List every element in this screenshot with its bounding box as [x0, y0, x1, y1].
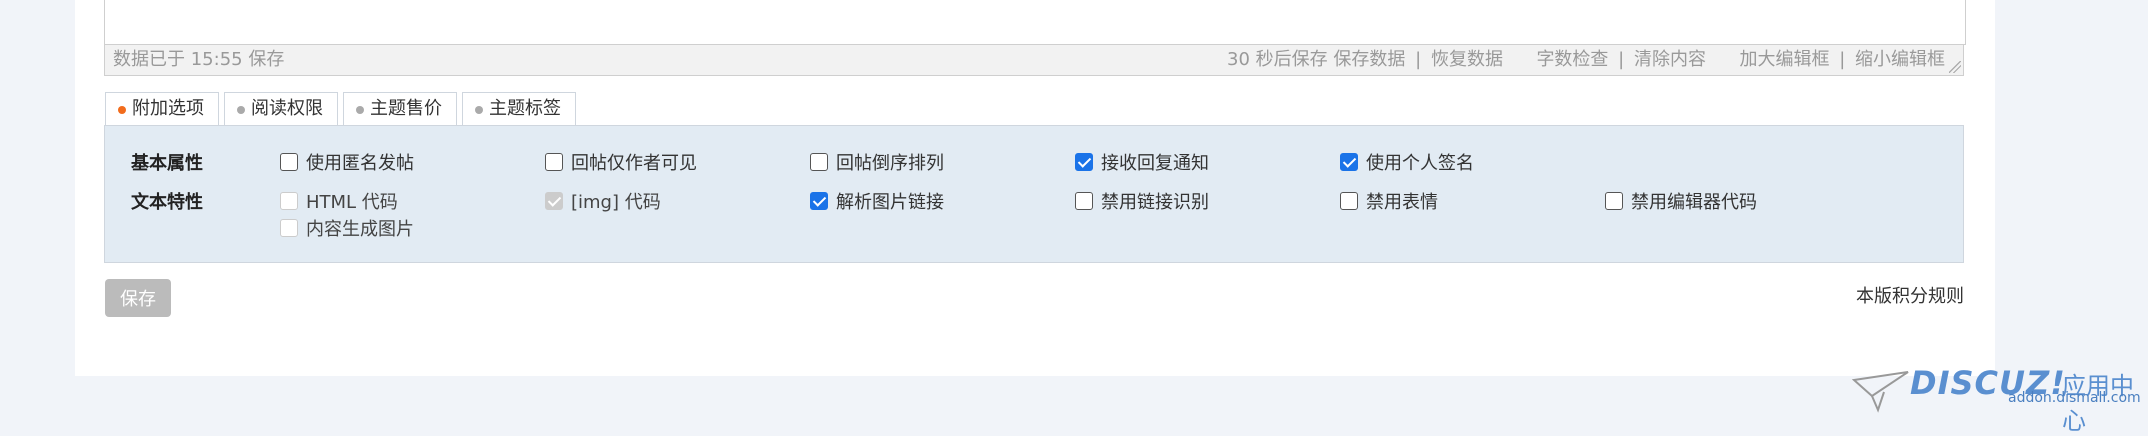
clear-content-link[interactable]: 清除内容 — [1634, 49, 1706, 70]
word-check-link[interactable]: 字数检查 — [1536, 49, 1608, 70]
option-label: 禁用链接识别 — [1101, 192, 1209, 213]
option-reverse-replies[interactable]: 回帖倒序排列 — [810, 149, 944, 175]
option-img-code: [img] 代码 — [545, 188, 661, 214]
checkbox[interactable] — [810, 153, 828, 171]
separator: | — [1415, 49, 1422, 70]
option-label: 回帖仅作者可见 — [571, 153, 697, 174]
enlarge-editor-link[interactable]: 加大编辑框 — [1739, 49, 1829, 70]
checkbox[interactable] — [280, 153, 298, 171]
checkbox-disabled-checked — [545, 192, 563, 210]
option-label: 内容生成图片 — [306, 219, 414, 240]
separator: | — [1618, 49, 1625, 70]
option-content-to-image: 内容生成图片 — [280, 215, 414, 241]
option-label: 使用个人签名 — [1366, 153, 1474, 174]
paper-plane-icon — [1852, 371, 1909, 413]
option-label: HTML 代码 — [306, 192, 398, 213]
options-panel: 基本属性 文本特性 使用匿名发帖 回帖仅作者可见 回帖倒序排列 接收回复通知 使… — [104, 125, 1964, 263]
active-dot-icon — [118, 106, 126, 114]
option-label: [img] 代码 — [571, 192, 661, 213]
checkbox-disabled — [280, 192, 298, 210]
save-data-link[interactable]: 保存数据 — [1333, 49, 1405, 70]
dot-icon — [356, 106, 364, 114]
dot-icon — [475, 106, 483, 114]
option-disable-editor-code[interactable]: 禁用编辑器代码 — [1605, 188, 1757, 214]
editor-status-bar: 数据已于 15:55 保存 30 秒后保存 保存数据 | 恢复数据 字数检查 |… — [104, 44, 1964, 76]
separator: | — [1839, 49, 1846, 70]
resize-grip-icon[interactable] — [1949, 61, 1961, 73]
tab-label: 主题售价 — [370, 98, 442, 119]
option-label: 禁用编辑器代码 — [1631, 192, 1757, 213]
checkbox-checked[interactable] — [1340, 153, 1358, 171]
autosave-countdown: 30 秒后保存 — [1227, 49, 1328, 70]
checkbox-disabled — [280, 219, 298, 237]
watermark: DISCUZ! 应用中心 addon.dismall.com — [1852, 362, 2142, 435]
tab-label: 阅读权限 — [251, 98, 323, 119]
dot-icon — [237, 106, 245, 114]
option-label: 解析图片链接 — [836, 192, 944, 213]
option-disable-emoticons[interactable]: 禁用表情 — [1340, 188, 1438, 214]
option-label: 禁用表情 — [1366, 192, 1438, 213]
text-features-label: 文本特性 — [131, 192, 203, 213]
tab-extra-options[interactable]: 附加选项 — [105, 92, 219, 127]
option-html-code: HTML 代码 — [280, 188, 398, 214]
checkbox-checked[interactable] — [810, 192, 828, 210]
option-label: 接收回复通知 — [1101, 153, 1209, 174]
watermark-url: addon.dismall.com — [2008, 390, 2141, 406]
checkbox[interactable] — [545, 153, 563, 171]
option-disable-link-detect[interactable]: 禁用链接识别 — [1075, 188, 1209, 214]
tab-topic-price[interactable]: 主题售价 — [343, 92, 457, 126]
editor-textarea[interactable] — [104, 0, 1966, 45]
checkbox[interactable] — [1340, 192, 1358, 210]
save-button[interactable]: 保存 — [105, 279, 171, 317]
saved-status: 数据已于 15:55 保存 — [113, 49, 285, 70]
restore-data-link[interactable]: 恢复数据 — [1431, 49, 1503, 70]
option-reply-author-only[interactable]: 回帖仅作者可见 — [545, 149, 697, 175]
checkbox-checked[interactable] — [1075, 153, 1093, 171]
basic-attributes-label: 基本属性 — [131, 153, 203, 174]
checkbox[interactable] — [1605, 192, 1623, 210]
checkbox[interactable] — [1075, 192, 1093, 210]
tab-read-permission[interactable]: 阅读权限 — [224, 92, 338, 126]
option-reply-notify[interactable]: 接收回复通知 — [1075, 149, 1209, 175]
shrink-editor-link[interactable]: 缩小编辑框 — [1855, 49, 1945, 70]
option-anonymous-post[interactable]: 使用匿名发帖 — [280, 149, 414, 175]
tab-topic-tags[interactable]: 主题标签 — [462, 92, 576, 126]
tab-label: 附加选项 — [132, 98, 204, 119]
editor-actions: 30 秒后保存 保存数据 | 恢复数据 字数检查 | 清除内容 加大编辑框 | … — [1227, 45, 1945, 75]
option-parse-image-links[interactable]: 解析图片链接 — [810, 188, 944, 214]
option-label: 使用匿名发帖 — [306, 153, 414, 174]
credit-rules-link[interactable]: 本版积分规则 — [1856, 282, 1964, 308]
tab-label: 主题标签 — [489, 98, 561, 119]
option-label: 回帖倒序排列 — [836, 153, 944, 174]
option-signature[interactable]: 使用个人签名 — [1340, 149, 1474, 175]
